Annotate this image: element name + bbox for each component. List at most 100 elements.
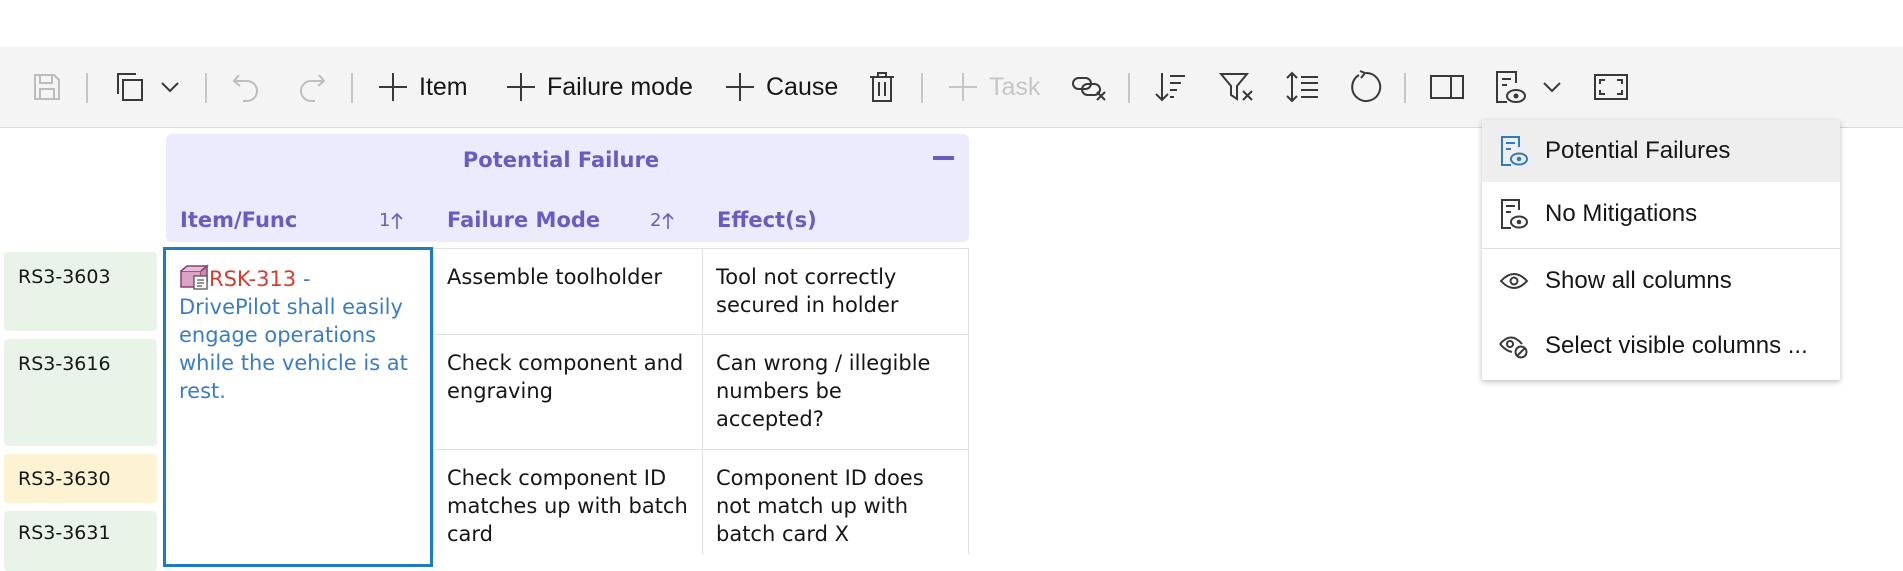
chevron-down-icon — [1543, 82, 1561, 93]
add-cause-button[interactable]: Cause — [724, 47, 838, 127]
row-id-cell[interactable]: RS3-3631 — [4, 511, 157, 571]
effect-cell[interactable]: Can wrong / illegible numbers be accepte… — [702, 334, 969, 450]
cell-text-line: card — [447, 522, 494, 546]
menu-item-show-all-columns[interactable]: Show all columns — [1482, 250, 1840, 312]
add-task-button[interactable]: Task — [947, 47, 1040, 127]
unlink-button[interactable] — [1071, 47, 1107, 127]
effect-cell[interactable]: Tool not correctly secured in holder — [702, 248, 969, 335]
cell-text-line: Can wrong / illegible — [716, 351, 931, 375]
row-id: RS3-3630 — [18, 468, 111, 490]
row-id: RS3-3631 — [18, 522, 111, 544]
row-height-icon — [1286, 71, 1318, 103]
sort-ascending-icon — [662, 212, 675, 229]
view-settings-icon — [1497, 329, 1531, 363]
item-text-line: engage operations — [179, 323, 377, 347]
view-filter-icon — [1496, 71, 1526, 103]
clear-filter-button[interactable] — [1219, 47, 1255, 127]
menu-divider — [1482, 248, 1840, 249]
split-view-icon — [1430, 75, 1464, 99]
add-icon — [379, 73, 407, 101]
row-id-cell[interactable]: RS3-3630 — [4, 454, 157, 503]
copy-icon — [117, 73, 143, 101]
failure-mode-cell[interactable]: Assemble toolholder — [433, 248, 703, 335]
column-header-failure-mode[interactable]: Failure Mode — [447, 208, 600, 232]
add-cause-label: Cause — [766, 72, 839, 101]
cell-text-line: secured in holder — [716, 293, 899, 317]
copy-menu-button[interactable] — [159, 47, 181, 127]
menu-item-no-mitigations[interactable]: No Mitigations — [1482, 183, 1840, 245]
fullscreen-button[interactable] — [1594, 47, 1628, 127]
item-text-line: rest. — [179, 379, 226, 403]
filter-clear-icon — [1219, 73, 1253, 101]
row-id-cell[interactable]: RS3-3603 — [4, 252, 157, 331]
cell-text-line: matches up with batch — [447, 494, 688, 518]
refresh-icon — [1351, 70, 1382, 102]
split-view-button[interactable] — [1430, 47, 1464, 127]
view-filter-icon — [1497, 197, 1531, 231]
menu-item-label: Select visible columns ... — [1545, 332, 1808, 359]
cell-text-line: Check component and — [447, 351, 684, 375]
sort-indicator[interactable]: 1 — [379, 210, 404, 231]
cell-text-line: accepted? — [716, 407, 824, 431]
save-button[interactable] — [32, 47, 62, 127]
cell-text-line: Tool not correctly — [716, 265, 897, 289]
cell-text-line: Component ID does — [716, 466, 924, 490]
toolbar-divider — [205, 73, 207, 103]
eye-icon — [1497, 264, 1531, 298]
sort-button[interactable] — [1154, 47, 1186, 127]
delete-button[interactable] — [868, 47, 896, 127]
menu-item-select-visible-columns[interactable]: Select visible columns ... — [1482, 315, 1840, 377]
menu-item-label: Potential Failures — [1545, 137, 1731, 164]
risk-id-link[interactable]: RSK-313 — [209, 267, 296, 291]
add-failure-mode-label: Failure mode — [547, 72, 693, 101]
undo-button[interactable] — [231, 47, 261, 127]
toolbar-divider — [1128, 73, 1130, 103]
effect-cell[interactable]: Component ID does not match up with batc… — [702, 449, 969, 554]
column-group-title: Potential Failure — [462, 148, 660, 172]
row-id-cell[interactable]: RS3-3616 — [4, 339, 157, 446]
column-header-item-func[interactable]: Item/Func — [180, 208, 297, 232]
failure-mode-cell[interactable]: Check component and engraving — [433, 334, 703, 450]
fullscreen-icon — [1594, 74, 1628, 100]
view-menu-button[interactable] — [1541, 47, 1563, 127]
collapse-group-button[interactable] — [933, 156, 954, 160]
sort-ascending-icon — [391, 212, 404, 229]
failure-mode-cell[interactable]: Check component ID matches up with batch… — [433, 449, 703, 554]
add-item-label: Item — [419, 72, 468, 101]
toolbar: Item Failure mode Cause Task — [0, 47, 1903, 128]
toolbar-divider — [86, 73, 88, 103]
toolbar-divider — [1404, 73, 1406, 103]
cell-text-line: engraving — [447, 379, 553, 403]
unlink-icon — [1072, 77, 1106, 101]
item-text-line: while the vehicle is at — [179, 351, 408, 375]
row-height-button[interactable] — [1285, 47, 1319, 127]
view-filter-icon — [1497, 134, 1531, 168]
cell-text-line: Assemble toolholder — [447, 265, 663, 289]
sort-indicator[interactable]: 2 — [650, 210, 675, 231]
toolbar-divider — [351, 73, 353, 103]
save-icon — [34, 74, 60, 100]
toolbar-divider — [921, 73, 923, 103]
view-filter-menu: Potential Failures No Mitigations Show a… — [1482, 120, 1840, 380]
menu-item-label: Show all columns — [1545, 267, 1732, 294]
cell-text-line: batch card X — [716, 522, 850, 546]
menu-item-label: No Mitigations — [1545, 200, 1698, 227]
column-header-effects[interactable]: Effect(s) — [717, 208, 817, 232]
delete-icon — [870, 72, 894, 102]
item-function-cell[interactable]: RSK-313 - DrivePilot shall easily engage… — [163, 247, 433, 567]
add-failure-mode-button[interactable]: Failure mode — [505, 47, 693, 127]
cell-text-line: numbers be — [716, 379, 842, 403]
copy-button[interactable] — [114, 47, 146, 127]
add-item-button[interactable]: Item — [377, 47, 468, 127]
undo-icon — [232, 74, 258, 102]
add-task-label: Task — [989, 72, 1041, 101]
refresh-button[interactable] — [1349, 47, 1383, 127]
item-title-line: RSK-313 - — [179, 264, 420, 293]
menu-item-potential-failures[interactable]: Potential Failures — [1482, 120, 1840, 182]
add-icon — [507, 73, 535, 101]
redo-button[interactable] — [297, 47, 327, 127]
sort-order: 2 — [650, 210, 662, 231]
view-filter-button[interactable] — [1494, 47, 1526, 127]
sort-icon — [1155, 73, 1185, 102]
cell-text-line: not match up with — [716, 494, 909, 518]
